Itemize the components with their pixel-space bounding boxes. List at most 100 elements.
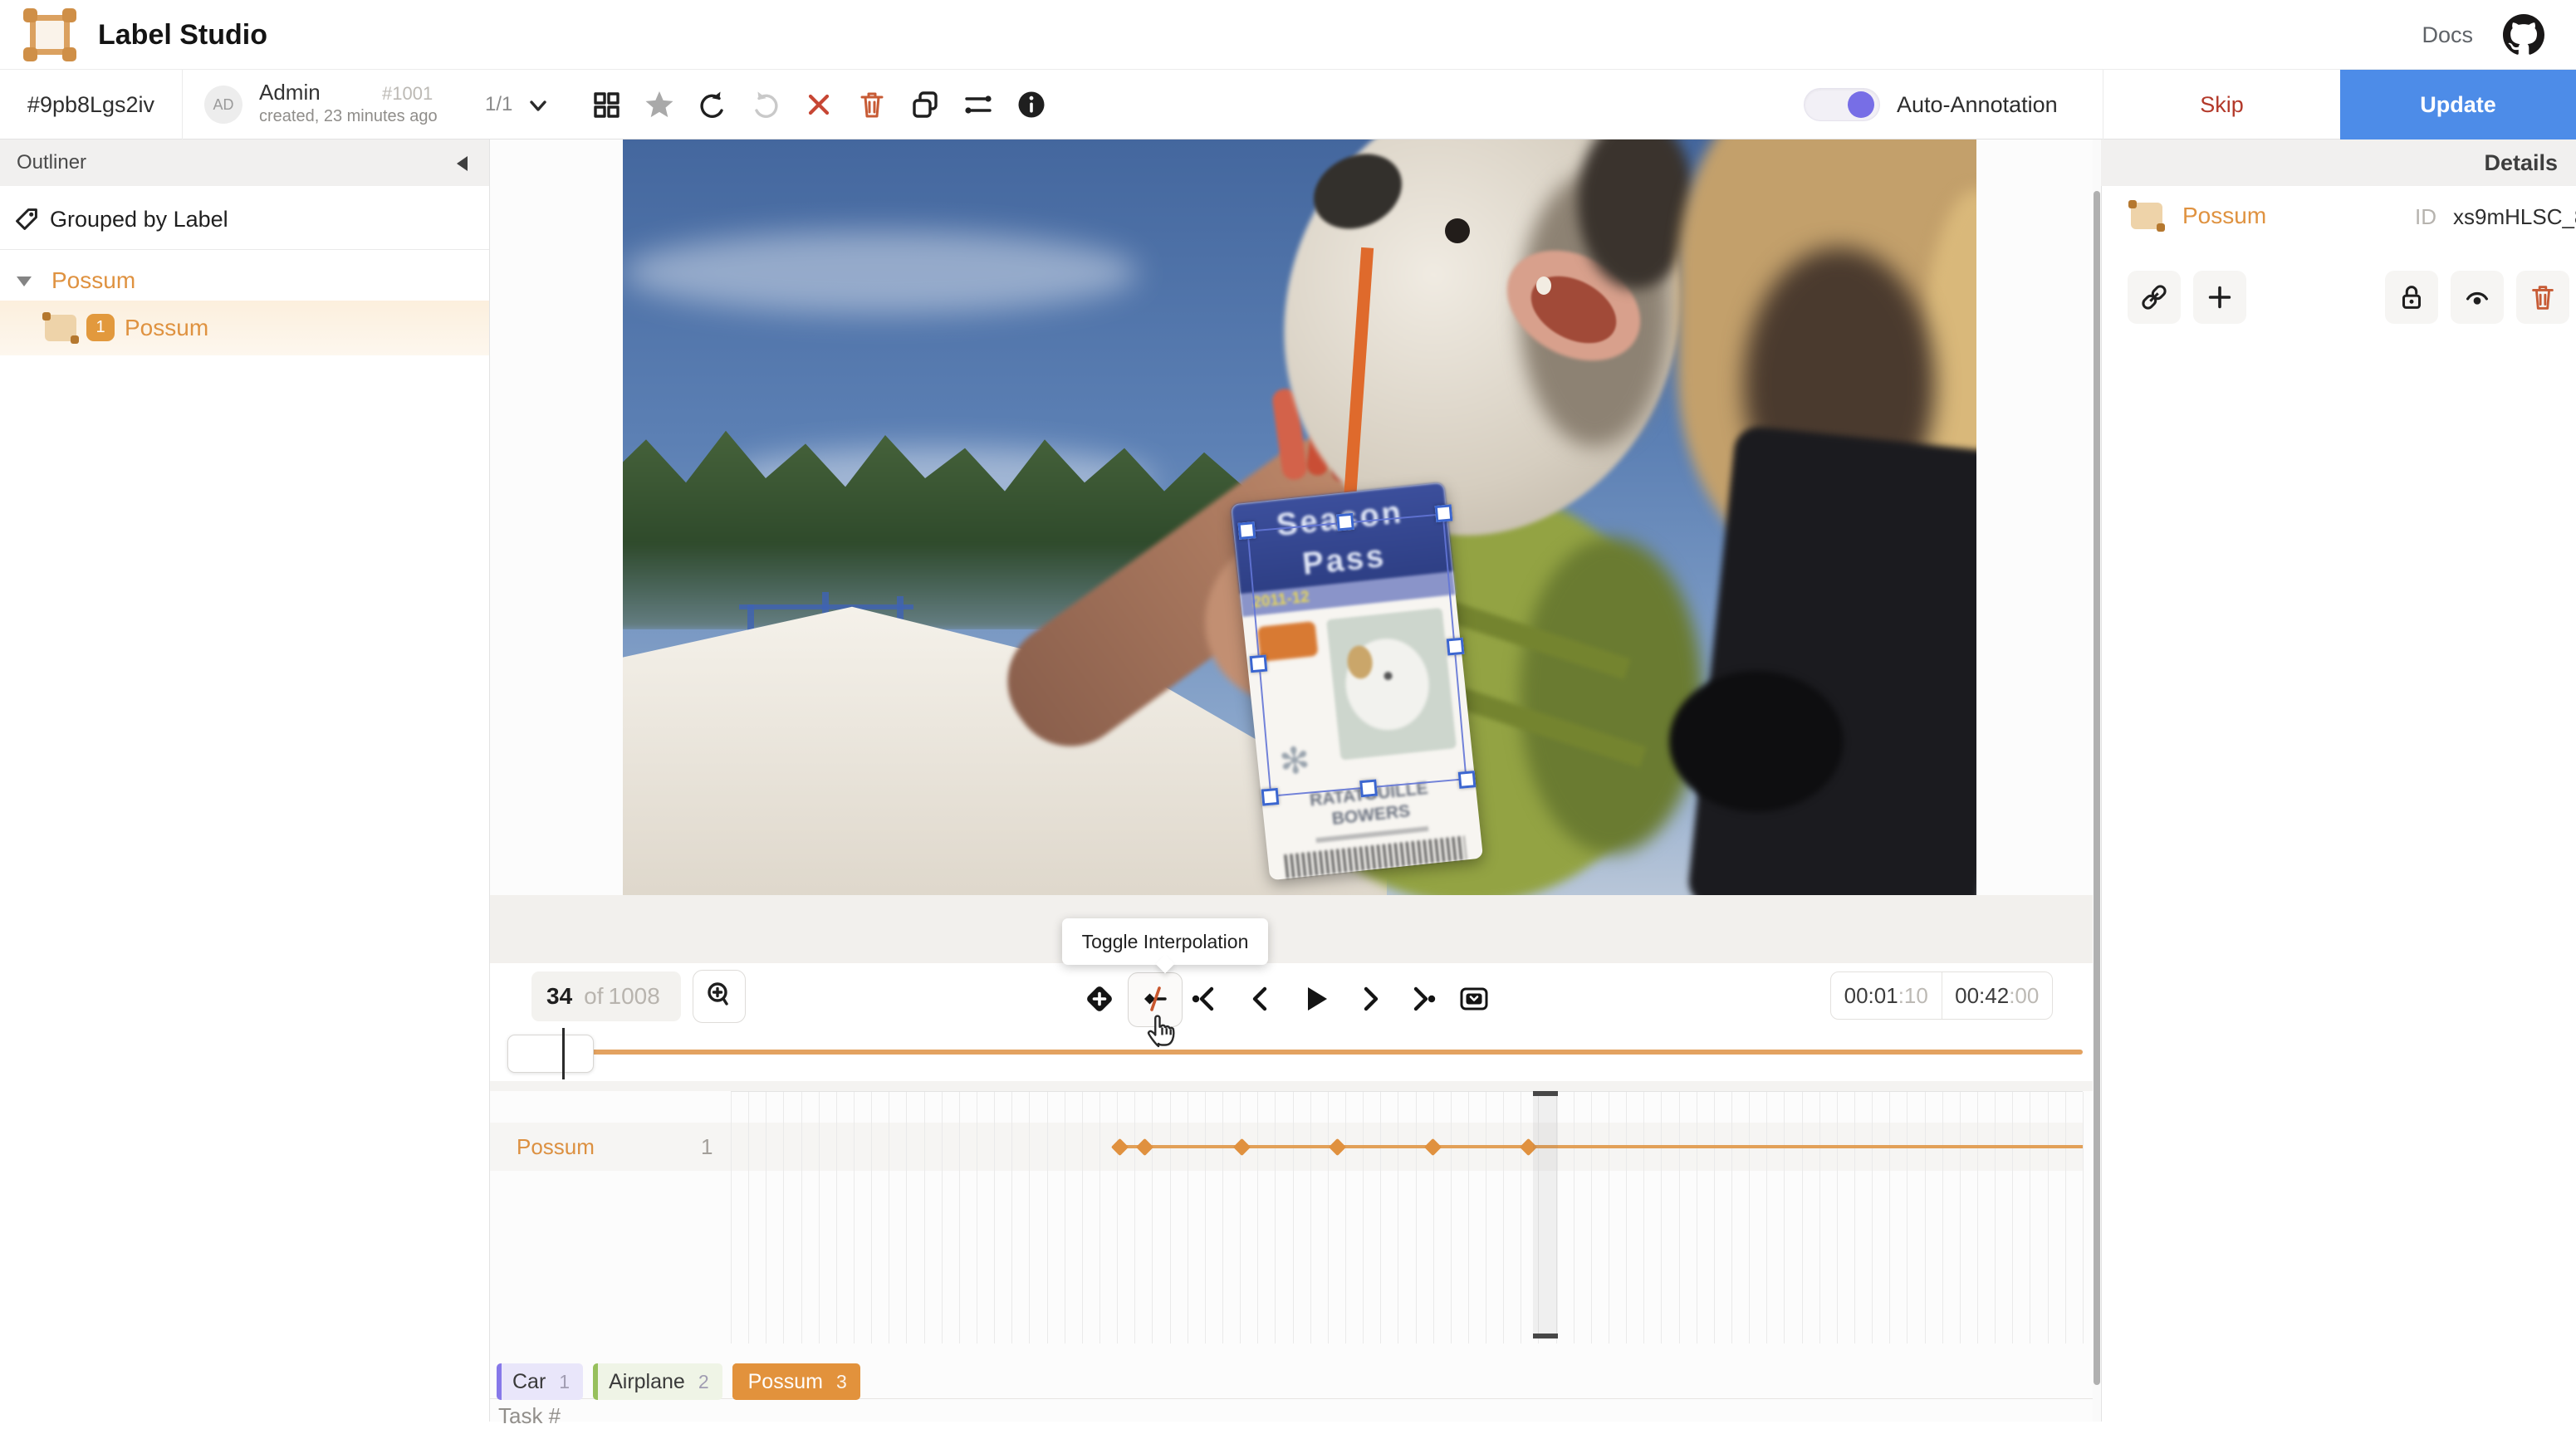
label-chip-text: Airplane [609,1370,685,1394]
auto-annotation-toggle[interactable] [1804,88,1880,121]
region-thumb-icon [45,315,76,341]
label-chip-text: Car [512,1370,546,1394]
video-canvas[interactable]: Season Pass 2011-12 ✻ RATATOUILLE BOWERS [623,139,1976,895]
annotator-name: Admin [259,80,321,105]
group-label: Possum [51,262,135,299]
outliner-title: Outliner [17,139,86,186]
region-thumb-icon [2131,203,2162,229]
scrollbar-thumb[interactable] [2094,191,2100,1385]
frame-total: 1008 [609,983,660,1009]
timeline-collapse-button[interactable] [1456,981,1492,1017]
reject-icon[interactable] [801,86,837,123]
label-selector: Car 1 Airplane 2 Possum 3 [497,1363,870,1400]
lift-beam [739,604,913,609]
label-chip-hotkey: 2 [698,1371,709,1393]
github-icon[interactable] [2503,14,2544,56]
link-icon[interactable] [2128,271,2181,324]
details-panel [2101,139,2576,1422]
region-item-possum[interactable]: 1 Possum [0,301,489,355]
label-color-stripe [497,1363,502,1400]
bbox-handle-nw[interactable] [1238,521,1256,540]
created-timestamp: created, 23 minutes ago [259,107,438,126]
bbox-handle-w[interactable] [1250,655,1268,673]
region-index-badge: 1 [86,314,115,341]
task-number-label: Task # [498,1403,561,1429]
annotation-id: #1001 [382,83,433,105]
bbox-handle-e[interactable] [1447,638,1465,656]
propagate-icon[interactable] [960,86,997,123]
docs-link[interactable]: Docs [2422,0,2473,70]
bbox-handle-ne[interactable] [1435,504,1453,522]
label-color-stripe [732,1363,737,1400]
visibility-icon[interactable] [2451,271,2504,324]
delete-icon[interactable] [2516,271,2569,324]
grouping-selector[interactable]: Grouped by Label [0,193,489,246]
outliner-header: Outliner [0,139,489,186]
next-keyframe-button[interactable] [1403,981,1440,1017]
outliner-panel: Outliner Grouped by Label Possum 1 Possu… [0,139,490,1422]
info-icon[interactable] [1013,86,1050,123]
sweater-shadow [1520,538,1702,854]
task-id[interactable]: #9pb8Lgs2iv [0,70,183,139]
keyframe-span-line [1119,1145,2083,1148]
annotation-menu-bar: #9pb8Lgs2iv AD Admin #1001 created, 23 m… [0,70,2576,139]
bbox-handle-s[interactable] [1359,780,1378,798]
app-title: Label Studio [98,0,267,70]
toggle-knob [1848,91,1874,118]
magnifier-plus-icon [703,978,736,1015]
possum-eye [1445,218,1470,243]
collapse-panel-icon[interactable] [457,156,468,171]
update-button[interactable]: Update [2340,70,2576,139]
details-title: Details [2484,139,2558,186]
possum-tooth [1536,277,1551,295]
keyframe-add-button[interactable] [1081,981,1118,1017]
seeker-row [490,1040,2101,1081]
prev-keyframe-button[interactable] [1188,981,1224,1017]
label-chip-hotkey: 3 [836,1371,847,1393]
seek-line[interactable] [531,1050,2083,1055]
grouping-label: Grouped by Label [50,193,228,246]
label-chip-hotkey: 1 [559,1371,570,1393]
chevron-down-icon[interactable] [526,94,550,117]
label-chip-airplane[interactable]: Airplane 2 [593,1363,722,1400]
region-id-label: ID [2415,204,2436,230]
divider [0,249,489,250]
play-button[interactable] [1297,981,1334,1017]
playhead[interactable] [562,1028,565,1079]
frame-grid[interactable] [731,1091,2083,1343]
next-frame-button[interactable] [1352,981,1388,1017]
bbox-handle-se[interactable] [1458,771,1477,789]
frame-counter[interactable]: 34of1008 [531,971,681,1021]
annotation-toolbar [588,70,1050,139]
redo-icon[interactable] [747,86,784,123]
zoom-in-button[interactable] [693,970,746,1023]
bbox-handle-n[interactable] [1336,513,1354,531]
video-bottom-band [490,895,2101,963]
lock-icon[interactable] [2385,271,2438,324]
caret-down-icon[interactable] [17,277,32,286]
label-chip-possum[interactable]: Possum 3 [732,1363,860,1400]
top-bar: Label Studio Docs [0,0,2576,70]
prev-frame-button[interactable] [1242,981,1279,1017]
duplicate-icon[interactable] [907,86,943,123]
label-group-possum[interactable]: Possum [0,262,489,299]
marker-cap-top [1533,1091,1558,1096]
skip-button[interactable]: Skip [2103,70,2340,139]
avatar[interactable]: AD [204,86,242,124]
label-chip-car[interactable]: Car 1 [497,1363,583,1400]
undo-icon[interactable] [694,86,731,123]
time-position: 00:01:10 [1831,972,1942,1019]
annotation-pager: 1/1 [485,70,512,139]
seek-window-handle[interactable] [507,1035,594,1073]
track-label[interactable]: Possum [517,1123,595,1171]
star-icon[interactable] [641,86,678,123]
details-header: Details [2101,139,2576,186]
bbox-handle-sw[interactable] [1261,788,1280,806]
current-frame-marker[interactable] [1533,1096,1558,1334]
region-label: Possum [125,301,208,355]
grid-view-icon[interactable] [588,86,624,123]
bounding-box-possum[interactable] [1246,513,1467,797]
delete-icon[interactable] [854,86,890,123]
add-icon[interactable] [2193,271,2246,324]
tag-icon [13,206,40,232]
